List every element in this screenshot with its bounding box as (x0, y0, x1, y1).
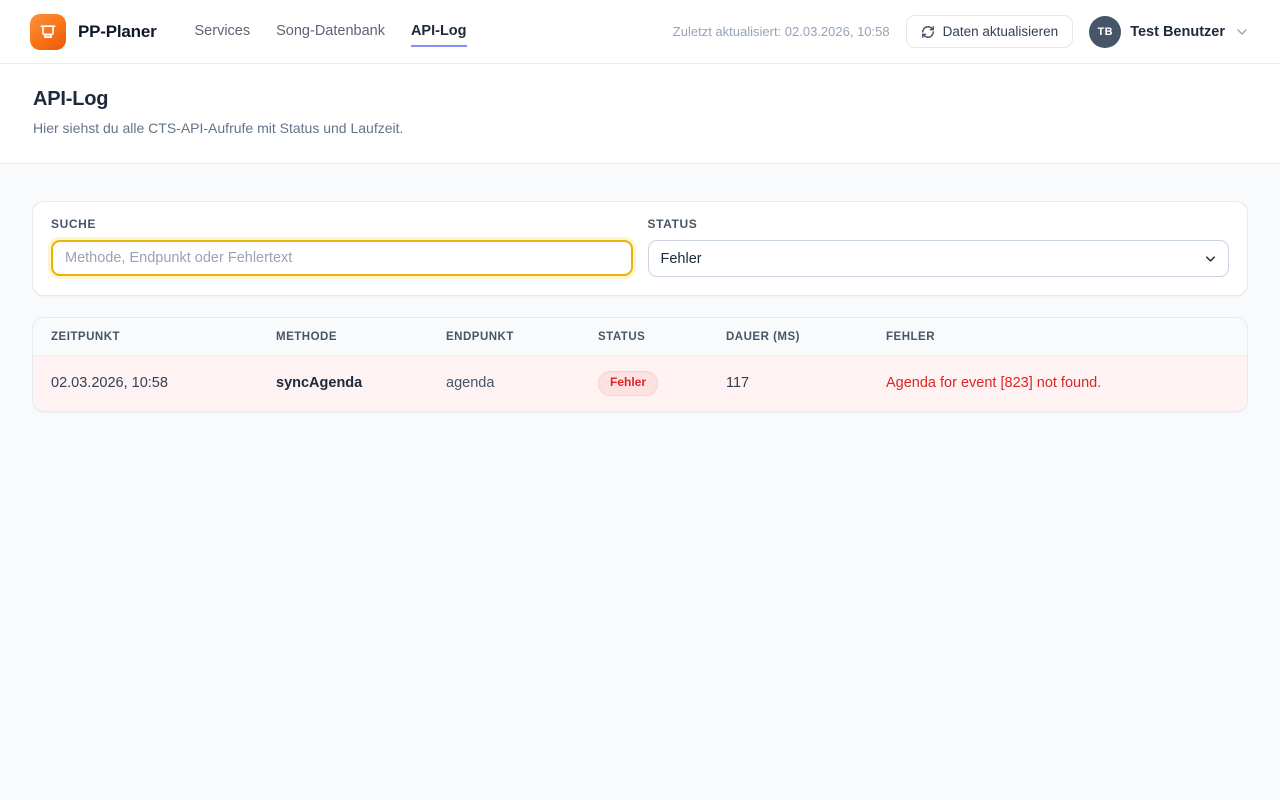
search-field-group: SUCHE (51, 217, 633, 277)
api-log-table: ZEITPUNKT METHODE ENDPUNKT STATUS DAUER … (33, 318, 1247, 411)
user-menu[interactable]: TB Test Benutzer (1089, 16, 1250, 48)
main-content: SUCHE STATUS Fehler (0, 164, 1280, 412)
column-header-status: STATUS (580, 318, 708, 356)
nav-item-api-log[interactable]: API-Log (411, 17, 467, 47)
nav-item-services[interactable]: Services (195, 17, 251, 47)
cell-endpunkt: agenda (428, 356, 580, 411)
app-logo (30, 14, 66, 50)
nav-item-song-datenbank[interactable]: Song-Datenbank (276, 17, 385, 47)
column-header-fehler: FEHLER (868, 318, 1247, 356)
column-header-methode: METHODE (258, 318, 428, 356)
refresh-icon (921, 25, 935, 39)
cell-status: Fehler (580, 356, 708, 411)
status-select-wrap: Fehler (648, 240, 1230, 277)
page-subtitle: Hier siehst du alle CTS-API-Aufrufe mit … (33, 120, 1247, 136)
column-header-dauer: DAUER (MS) (708, 318, 868, 356)
page-title: API-Log (33, 88, 1247, 111)
cell-zeitpunkt: 02.03.2026, 10:58 (33, 356, 258, 411)
status-badge: Fehler (598, 371, 658, 396)
avatar: TB (1089, 16, 1121, 48)
column-header-zeitpunkt: ZEITPUNKT (33, 318, 258, 356)
cell-fehler: Agenda for event [823] not found. (868, 356, 1247, 411)
filter-card: SUCHE STATUS Fehler (32, 201, 1248, 296)
cell-dauer: 117 (708, 356, 868, 411)
chevron-down-icon (1234, 24, 1250, 40)
status-field-group: STATUS Fehler (648, 217, 1230, 277)
refresh-data-button[interactable]: Daten aktualisieren (906, 15, 1074, 48)
status-select[interactable]: Fehler (648, 240, 1230, 277)
api-log-table-card: ZEITPUNKT METHODE ENDPUNKT STATUS DAUER … (32, 317, 1248, 412)
user-name: Test Benutzer (1130, 24, 1225, 40)
table-row[interactable]: 02.03.2026, 10:58 syncAgenda agenda Fehl… (33, 356, 1247, 411)
presentation-screen-icon (38, 22, 58, 42)
column-header-endpunkt: ENDPUNKT (428, 318, 580, 356)
cell-methode: syncAgenda (258, 356, 428, 411)
app-title: PP-Planer (78, 22, 157, 42)
status-label: STATUS (648, 217, 1230, 231)
topbar-right: Zuletzt aktualisiert: 02.03.2026, 10:58 … (673, 15, 1250, 48)
topbar: PP-Planer Services Song-Datenbank API-Lo… (0, 0, 1280, 64)
last-updated-text: Zuletzt aktualisiert: 02.03.2026, 10:58 (673, 24, 890, 39)
page-header: API-Log Hier siehst du alle CTS-API-Aufr… (0, 64, 1280, 164)
main-nav: Services Song-Datenbank API-Log (195, 0, 467, 63)
table-header-row: ZEITPUNKT METHODE ENDPUNKT STATUS DAUER … (33, 318, 1247, 356)
search-input[interactable] (51, 240, 633, 276)
refresh-button-label: Daten aktualisieren (943, 24, 1059, 39)
search-label: SUCHE (51, 217, 633, 231)
